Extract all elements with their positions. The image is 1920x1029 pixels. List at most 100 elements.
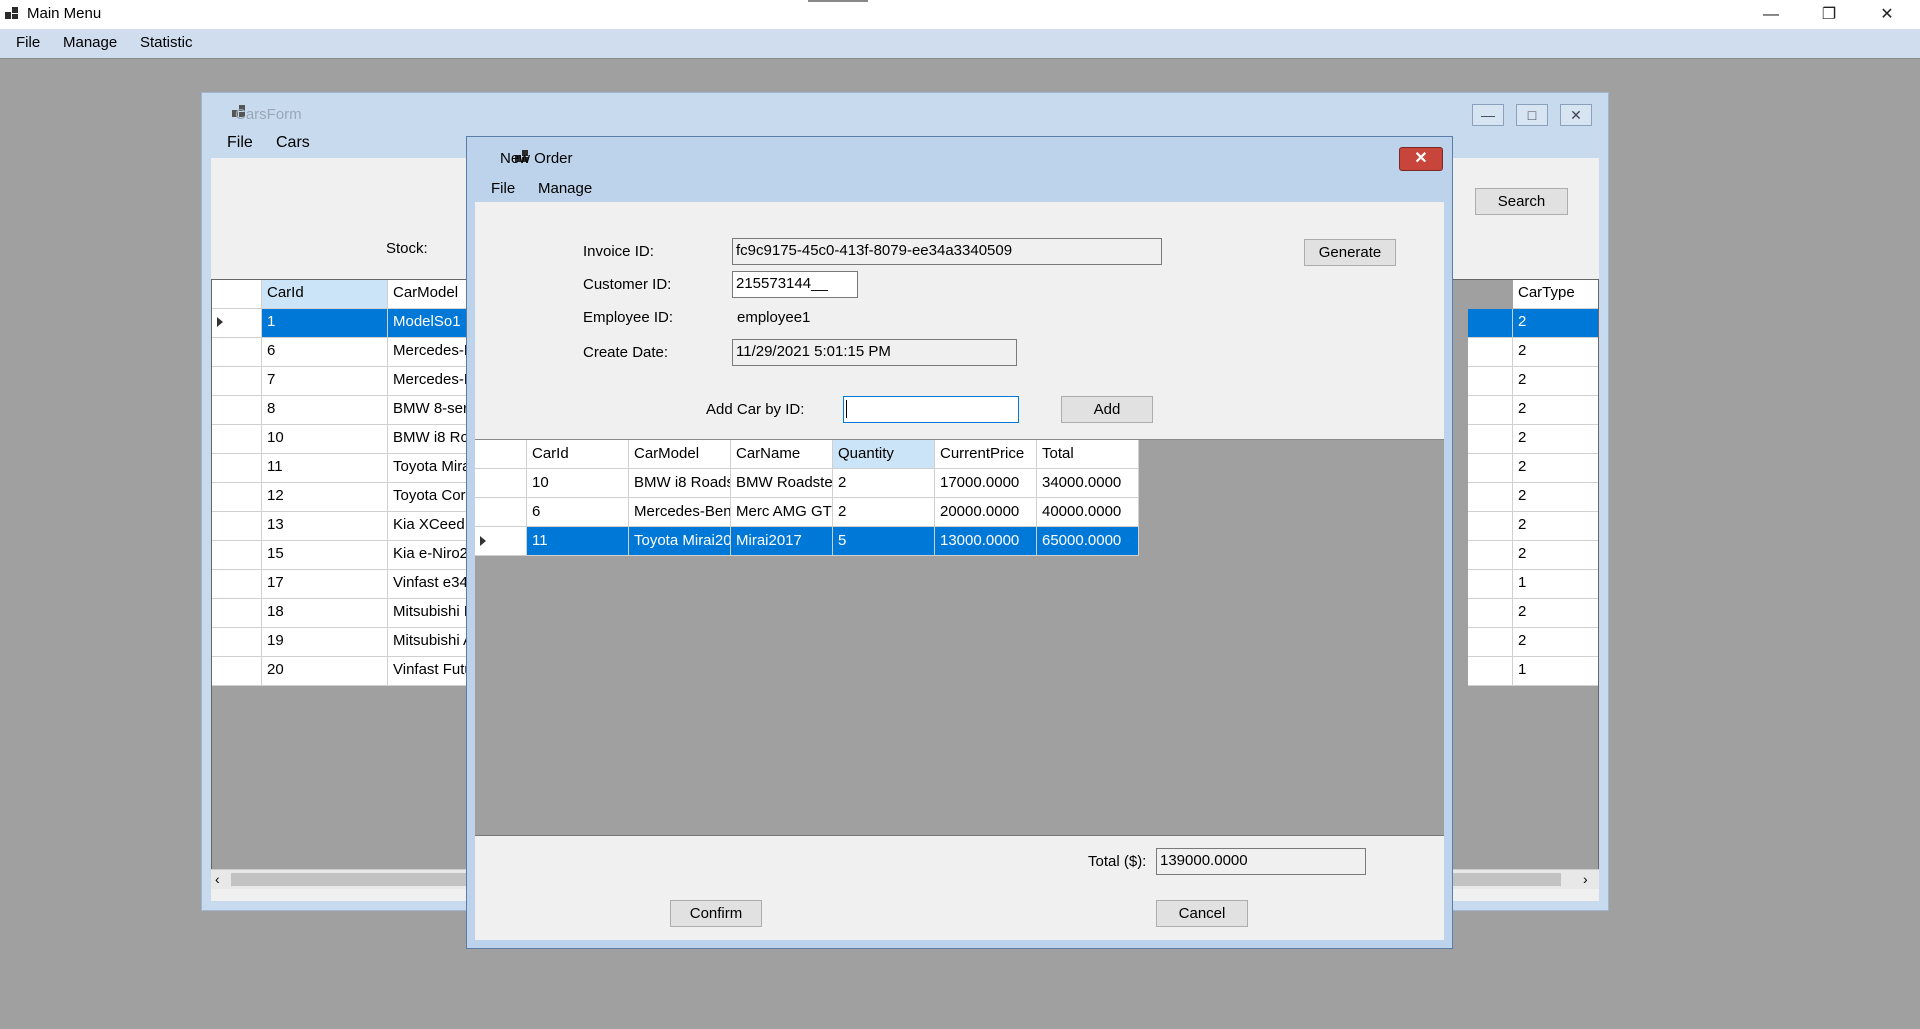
cell-carmodel[interactable]: Vinfast Futu bbox=[388, 657, 468, 686]
row-header[interactable] bbox=[212, 628, 262, 657]
cell-hidden[interactable] bbox=[1468, 483, 1513, 512]
cell-carid[interactable]: 8 bbox=[262, 396, 388, 425]
restore-icon[interactable]: ❐ bbox=[1800, 0, 1858, 29]
cell-cartype[interactable]: 2 bbox=[1513, 367, 1598, 396]
cell-hidden[interactable] bbox=[1468, 338, 1513, 367]
column-header-cartype[interactable]: CarType bbox=[1513, 280, 1598, 309]
cancel-button[interactable]: Cancel bbox=[1156, 900, 1248, 927]
cell-carmodel[interactable]: BMW i8 Ro bbox=[388, 425, 468, 454]
cars-menu-file[interactable]: File bbox=[227, 134, 253, 152]
cell-carname[interactable]: BMW Roadster... bbox=[731, 469, 833, 498]
cell-cartype[interactable]: 2 bbox=[1513, 599, 1598, 628]
cell-quantity[interactable]: 2 bbox=[833, 469, 935, 498]
cell-carmodel[interactable]: Vinfast e34 bbox=[388, 570, 468, 599]
cell-carid[interactable]: 20 bbox=[262, 657, 388, 686]
order-menu-manage[interactable]: Manage bbox=[538, 180, 592, 197]
generate-button[interactable]: Generate bbox=[1304, 239, 1396, 266]
cell-carmodel[interactable]: Mercedes-B bbox=[388, 338, 468, 367]
cell-carid[interactable]: 6 bbox=[527, 498, 629, 527]
confirm-button[interactable]: Confirm bbox=[670, 900, 762, 927]
cell-hidden[interactable] bbox=[1468, 570, 1513, 599]
cell-cartype[interactable]: 2 bbox=[1513, 425, 1598, 454]
cars-maximize-icon[interactable]: □ bbox=[1516, 104, 1548, 126]
cell-quantity[interactable]: 2 bbox=[833, 498, 935, 527]
cell-cartype[interactable]: 2 bbox=[1513, 454, 1598, 483]
cell-carid[interactable]: 10 bbox=[527, 469, 629, 498]
order-items-grid[interactable]: CarId CarModel CarName Quantity CurrentPrice… bbox=[475, 439, 1444, 835]
cell-currentprice[interactable]: 13000.0000 bbox=[935, 527, 1037, 556]
new-order-close-icon[interactable]: ✕ bbox=[1399, 147, 1443, 171]
cell-cartype[interactable]: 2 bbox=[1513, 309, 1598, 338]
cell-carmodel[interactable]: BMW i8 Roadst... bbox=[629, 469, 731, 498]
cell-carmodel[interactable]: Kia e-Niro2 bbox=[388, 541, 468, 570]
cell-carname[interactable]: Mirai2017 bbox=[731, 527, 833, 556]
cell-carid[interactable]: 11 bbox=[527, 527, 629, 556]
row-header[interactable] bbox=[212, 367, 262, 396]
cell-carid[interactable]: 1 bbox=[262, 309, 388, 338]
cell-carmodel[interactable]: Mercedes-Benz ... bbox=[629, 498, 731, 527]
menu-manage[interactable]: Manage bbox=[63, 34, 117, 51]
cell-cartype[interactable]: 2 bbox=[1513, 338, 1598, 367]
create-date-field[interactable]: 11/29/2021 5:01:15 PM bbox=[732, 339, 1017, 366]
cell-carmodel[interactable]: ModelSo1 bbox=[388, 309, 468, 338]
add-car-button[interactable]: Add bbox=[1061, 396, 1153, 423]
cell-carid[interactable]: 6 bbox=[262, 338, 388, 367]
cell-cartype[interactable]: 2 bbox=[1513, 483, 1598, 512]
cell-hidden[interactable] bbox=[1468, 657, 1513, 686]
cell-carmodel[interactable]: Mitsubishi A bbox=[388, 628, 468, 657]
cell-cartype[interactable]: 2 bbox=[1513, 628, 1598, 657]
cell-carid[interactable]: 11 bbox=[262, 454, 388, 483]
close-icon[interactable]: ✕ bbox=[1858, 0, 1916, 29]
cell-carmodel[interactable]: Kia XCeed bbox=[388, 512, 468, 541]
column-header-quantity[interactable]: Quantity bbox=[833, 440, 935, 469]
column-header-carmodel[interactable]: CarModel bbox=[629, 440, 731, 469]
row-header[interactable] bbox=[212, 512, 262, 541]
row-header[interactable] bbox=[212, 570, 262, 599]
cell-hidden[interactable] bbox=[1468, 628, 1513, 657]
cell-currentprice[interactable]: 17000.0000 bbox=[935, 469, 1037, 498]
column-header-currentprice[interactable]: CurrentPrice bbox=[935, 440, 1037, 469]
scroll-left-icon[interactable]: ‹ bbox=[215, 871, 220, 887]
column-header-carid[interactable]: CarId bbox=[527, 440, 629, 469]
cell-cartype[interactable]: 2 bbox=[1513, 512, 1598, 541]
cell-hidden[interactable] bbox=[1468, 425, 1513, 454]
cell-total[interactable]: 65000.0000 bbox=[1037, 527, 1139, 556]
cars-search-button[interactable]: Search bbox=[1475, 188, 1568, 215]
cell-carid[interactable]: 13 bbox=[262, 512, 388, 541]
cell-total[interactable]: 40000.0000 bbox=[1037, 498, 1139, 527]
cell-cartype[interactable]: 1 bbox=[1513, 570, 1598, 599]
row-header[interactable] bbox=[212, 338, 262, 367]
row-header[interactable] bbox=[212, 599, 262, 628]
cell-carmodel[interactable]: Mitsubishi E bbox=[388, 599, 468, 628]
row-header[interactable] bbox=[212, 396, 262, 425]
invoice-id-field[interactable]: fc9c9175-45c0-413f-8079-ee34a3340509 bbox=[732, 238, 1162, 265]
total-field[interactable]: 139000.0000 bbox=[1156, 848, 1366, 875]
cell-carid[interactable]: 12 bbox=[262, 483, 388, 512]
cell-hidden[interactable] bbox=[1468, 541, 1513, 570]
menu-file[interactable]: File bbox=[16, 34, 40, 51]
column-header-carname[interactable]: CarName bbox=[731, 440, 833, 469]
cell-carmodel[interactable]: BMW 8-seri bbox=[388, 396, 468, 425]
cell-carmodel[interactable]: Toyota Coro bbox=[388, 483, 468, 512]
column-header-total[interactable]: Total bbox=[1037, 440, 1139, 469]
cell-quantity[interactable]: 5 bbox=[833, 527, 935, 556]
cell-cartype[interactable]: 2 bbox=[1513, 396, 1598, 425]
cell-hidden[interactable] bbox=[1468, 367, 1513, 396]
row-header[interactable] bbox=[212, 454, 262, 483]
customer-id-field[interactable]: 215573144__ bbox=[732, 271, 858, 298]
cell-carname[interactable]: Merc AMG GT 4... bbox=[731, 498, 833, 527]
row-header[interactable] bbox=[212, 425, 262, 454]
menu-statistic[interactable]: Statistic bbox=[140, 34, 193, 51]
cell-total[interactable]: 34000.0000 bbox=[1037, 469, 1139, 498]
cell-hidden[interactable] bbox=[1468, 599, 1513, 628]
cell-hidden[interactable] bbox=[1468, 396, 1513, 425]
cell-carmodel[interactable]: Toyota Mira bbox=[388, 454, 468, 483]
cell-carmodel[interactable]: Toyota Mirai20... bbox=[629, 527, 731, 556]
cell-carid[interactable]: 7 bbox=[262, 367, 388, 396]
cars-minimize-icon[interactable]: — bbox=[1472, 104, 1504, 126]
cell-hidden[interactable] bbox=[1468, 454, 1513, 483]
cars-close-icon[interactable]: ✕ bbox=[1560, 104, 1592, 126]
cars-menu-cars[interactable]: Cars bbox=[276, 134, 310, 152]
row-header[interactable] bbox=[475, 469, 527, 498]
column-header-carid[interactable]: CarId bbox=[262, 280, 388, 309]
